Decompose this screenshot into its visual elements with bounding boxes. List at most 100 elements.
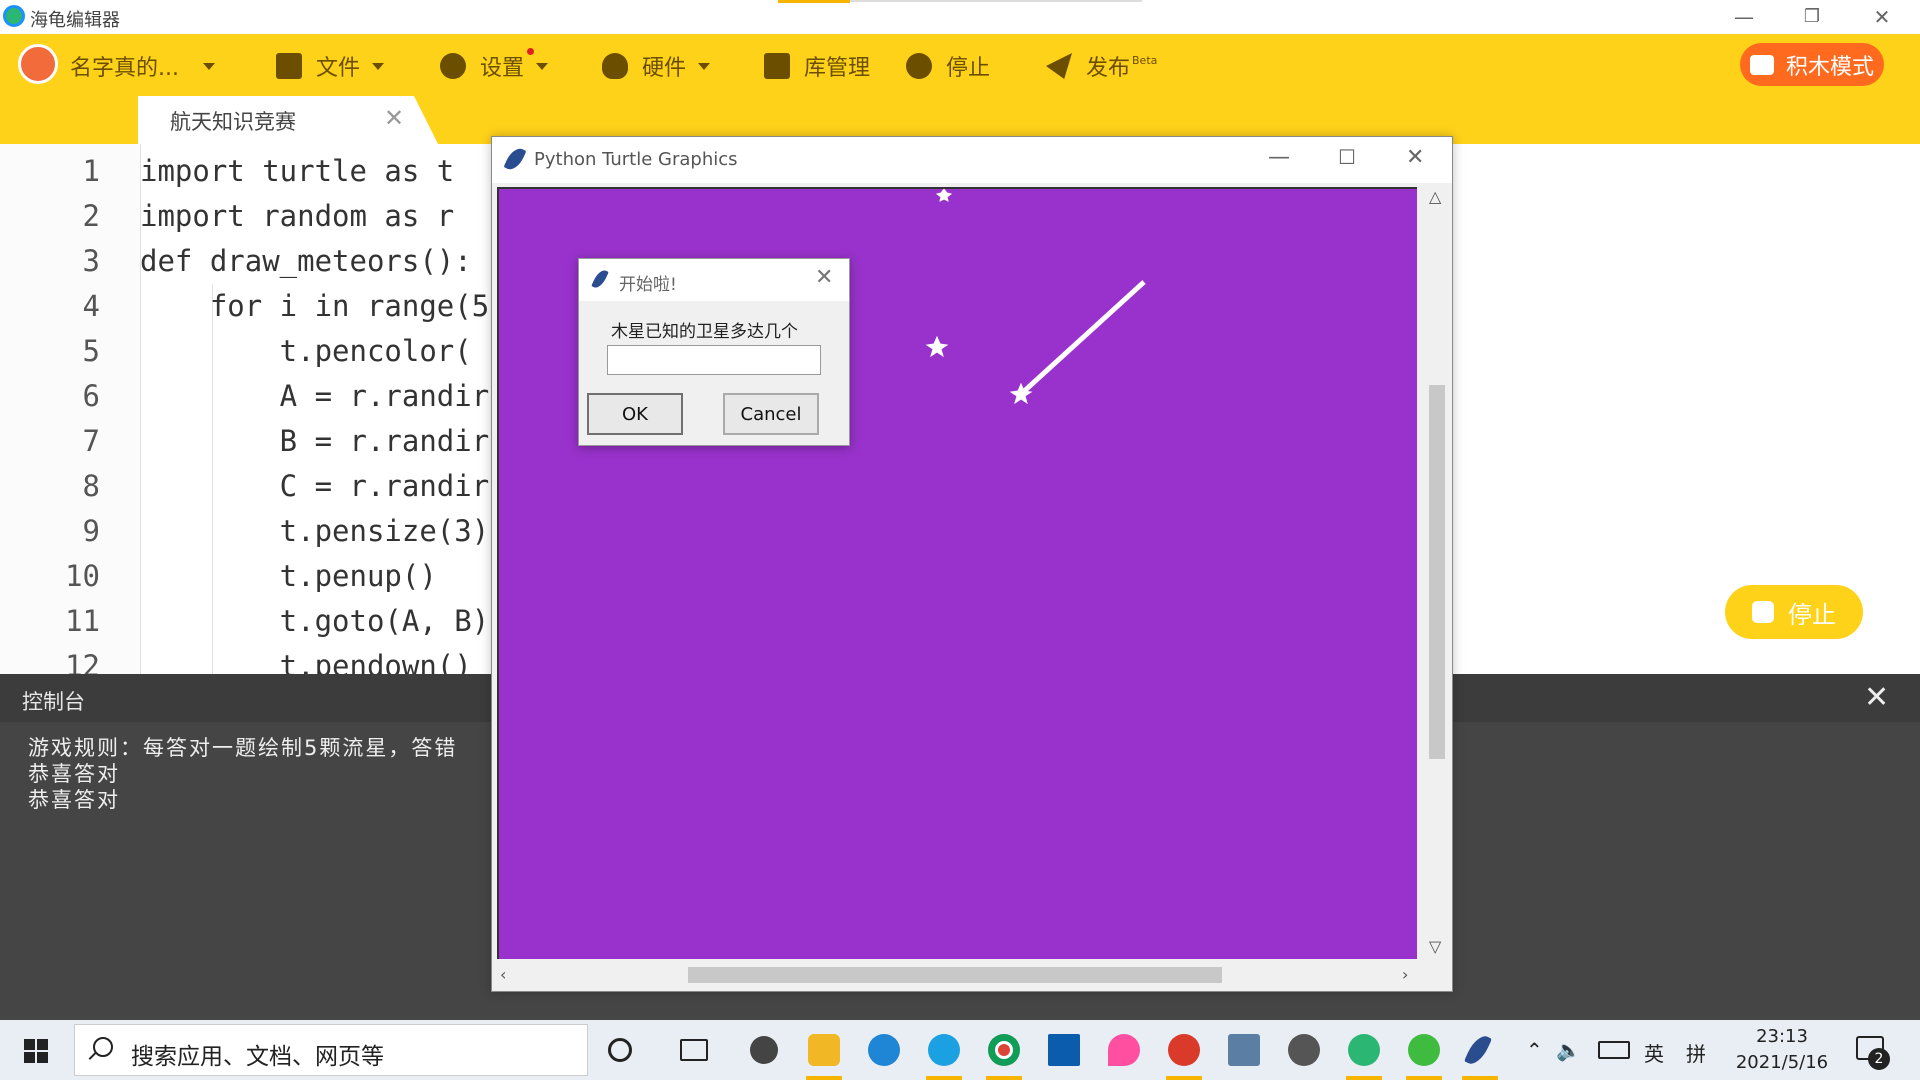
code-line: t.goto(A, B) — [140, 604, 490, 638]
user-menu[interactable]: 名字真的... — [70, 46, 215, 86]
windows-start-icon[interactable] — [24, 1039, 48, 1063]
line-number: 2 — [82, 199, 100, 233]
keyboard-icon[interactable] — [1598, 1041, 1630, 1059]
dialog-titlebar[interactable]: 开始啦! ✕ — [579, 259, 849, 301]
taskbar-clock[interactable]: 23:13 2021/5/16 — [1732, 1024, 1832, 1076]
line-number: 8 — [82, 469, 100, 503]
ok-button[interactable]: OK — [587, 393, 683, 435]
folder-icon — [276, 53, 302, 79]
stop-toolbar-label: 停止 — [946, 56, 991, 81]
cancel-button[interactable]: Cancel — [723, 393, 819, 435]
taskbar-search[interactable]: 搜索应用、文档、网页等 — [74, 1024, 588, 1076]
snip-active-indicator — [1166, 1076, 1202, 1080]
close-button[interactable]: ✕ — [1862, 4, 1902, 30]
python-feather-icon[interactable] — [1463, 1032, 1493, 1068]
scroll-left-icon[interactable]: ‹ — [500, 965, 506, 984]
horizontal-scroll-thumb[interactable] — [688, 967, 1222, 983]
drop-app-icon[interactable] — [1108, 1034, 1140, 1066]
code-line: def draw_meteors(): — [140, 244, 472, 278]
code-line: A = r.randir — [140, 379, 490, 413]
chevron-down-icon — [202, 62, 215, 70]
search-placeholder: 搜索应用、文档、网页等 — [131, 1044, 384, 1070]
line-number: 9 — [82, 514, 100, 548]
edge-browser-icon[interactable] — [928, 1034, 960, 1066]
edge-active-indicator — [926, 1076, 962, 1080]
file-menu-label: 文件 — [316, 56, 361, 81]
answer-input[interactable] — [607, 345, 821, 375]
turtle-minimize-button[interactable]: — — [1268, 145, 1290, 170]
task-view-icon[interactable] — [680, 1039, 708, 1061]
vertical-scrollbar[interactable]: △ ▽ — [1421, 187, 1451, 959]
line-number: 7 — [82, 424, 100, 458]
vertical-scroll-thumb[interactable] — [1429, 385, 1445, 759]
floating-stop-button[interactable]: 停止 — [1725, 585, 1863, 639]
turtle-close-button[interactable]: ✕ — [1406, 145, 1424, 170]
ime-language-indicator[interactable]: 英 — [1644, 1038, 1664, 1067]
notification-count-badge: 2 — [1868, 1048, 1890, 1070]
tray-chevron-up-icon[interactable]: ⌃ — [1526, 1038, 1543, 1062]
dialog-prompt: 木星已知的卫星多达几个 — [611, 322, 798, 342]
inbox-icon — [764, 53, 790, 79]
code-line: t.pencolor( — [140, 334, 472, 368]
app-title: 海龟编辑器 — [30, 10, 120, 31]
chevron-down-icon — [698, 62, 711, 70]
windows-taskbar: 搜索应用、文档、网页等 ⌃ 🔈 英 拼 23:13 2021/5/16 2 — [0, 1020, 1920, 1080]
ie-browser-icon[interactable] — [868, 1034, 900, 1066]
code-line: for i in range(5 — [140, 289, 490, 323]
publish-button[interactable]: 发布 Beta — [1046, 46, 1157, 86]
wechat-icon[interactable] — [1408, 1034, 1440, 1066]
line-number: 1 — [82, 154, 100, 188]
code-line: import random as r — [140, 199, 455, 233]
file-explorer-icon[interactable] — [808, 1034, 840, 1066]
turtle-window-title: Python Turtle Graphics — [534, 149, 738, 170]
star-shape — [925, 335, 949, 358]
file-menu[interactable]: 文件 — [276, 46, 385, 86]
clock-date: 2021/5/16 — [1735, 1052, 1829, 1073]
line-number: 10 — [65, 559, 100, 593]
snipping-tool-icon[interactable] — [1168, 1034, 1200, 1066]
gear-icon — [440, 53, 466, 79]
python-active-indicator — [1462, 1076, 1498, 1080]
stop-icon — [906, 53, 932, 79]
console-line: 恭喜答对 — [28, 788, 120, 812]
block-mode-button[interactable]: 积木模式 — [1740, 43, 1884, 86]
restore-button[interactable]: ❐ — [1792, 4, 1832, 30]
robot-icon — [602, 53, 628, 79]
tab-close-icon[interactable]: ✕ — [384, 104, 404, 132]
clock-app-icon[interactable] — [1288, 1034, 1320, 1066]
library-button[interactable]: 库管理 — [764, 46, 870, 86]
chrome-browser-icon[interactable] — [988, 1034, 1020, 1066]
hardware-menu[interactable]: 硬件 — [602, 46, 711, 86]
ime-mode-indicator[interactable]: 拼 — [1686, 1038, 1706, 1067]
app-tile-icon[interactable] — [1048, 1034, 1080, 1066]
turtle-window-titlebar[interactable]: Python Turtle Graphics — ☐ ✕ — [492, 137, 1452, 183]
block-mode-label: 积木模式 — [1785, 54, 1874, 80]
scroll-up-icon[interactable]: △ — [1429, 187, 1441, 206]
horizontal-scrollbar[interactable]: ‹ › — [492, 959, 1421, 991]
turtle-maximize-button[interactable]: ☐ — [1338, 145, 1356, 169]
code-line: B = r.randir — [140, 424, 490, 458]
minimize-button[interactable]: — — [1724, 4, 1764, 30]
meteor-trail — [1019, 280, 1146, 396]
chevron-down-icon — [372, 62, 385, 70]
user-avatar[interactable] — [18, 44, 58, 84]
cortana-icon[interactable] — [608, 1038, 632, 1062]
stop-square-icon — [1752, 601, 1774, 623]
console-close-icon[interactable]: ✕ — [1864, 680, 1889, 715]
turtle-editor-active-indicator — [1346, 1076, 1382, 1080]
file-tab-label: 航天知识竞赛 — [170, 110, 296, 134]
chrome-active-indicator — [986, 1076, 1022, 1080]
feather-icon — [503, 145, 527, 173]
stop-toolbar-button[interactable]: 停止 — [906, 46, 990, 86]
volume-icon[interactable]: 🔈 — [1556, 1038, 1581, 1062]
app-titlebar: 海龟编辑器 — ❐ ✕ — [0, 0, 1920, 34]
console-title: 控制台 — [22, 690, 85, 714]
scroll-down-icon[interactable]: ▽ — [1429, 937, 1441, 956]
scroll-right-icon[interactable]: › — [1402, 965, 1408, 984]
turtle-editor-icon[interactable] — [1348, 1034, 1380, 1066]
calculator-icon[interactable] — [1228, 1034, 1260, 1066]
dialog-close-icon[interactable]: ✕ — [815, 265, 833, 290]
titlebar-divider — [850, 0, 1142, 2]
settings-gear-icon[interactable] — [750, 1036, 778, 1064]
clock-time: 23:13 — [1756, 1026, 1808, 1047]
